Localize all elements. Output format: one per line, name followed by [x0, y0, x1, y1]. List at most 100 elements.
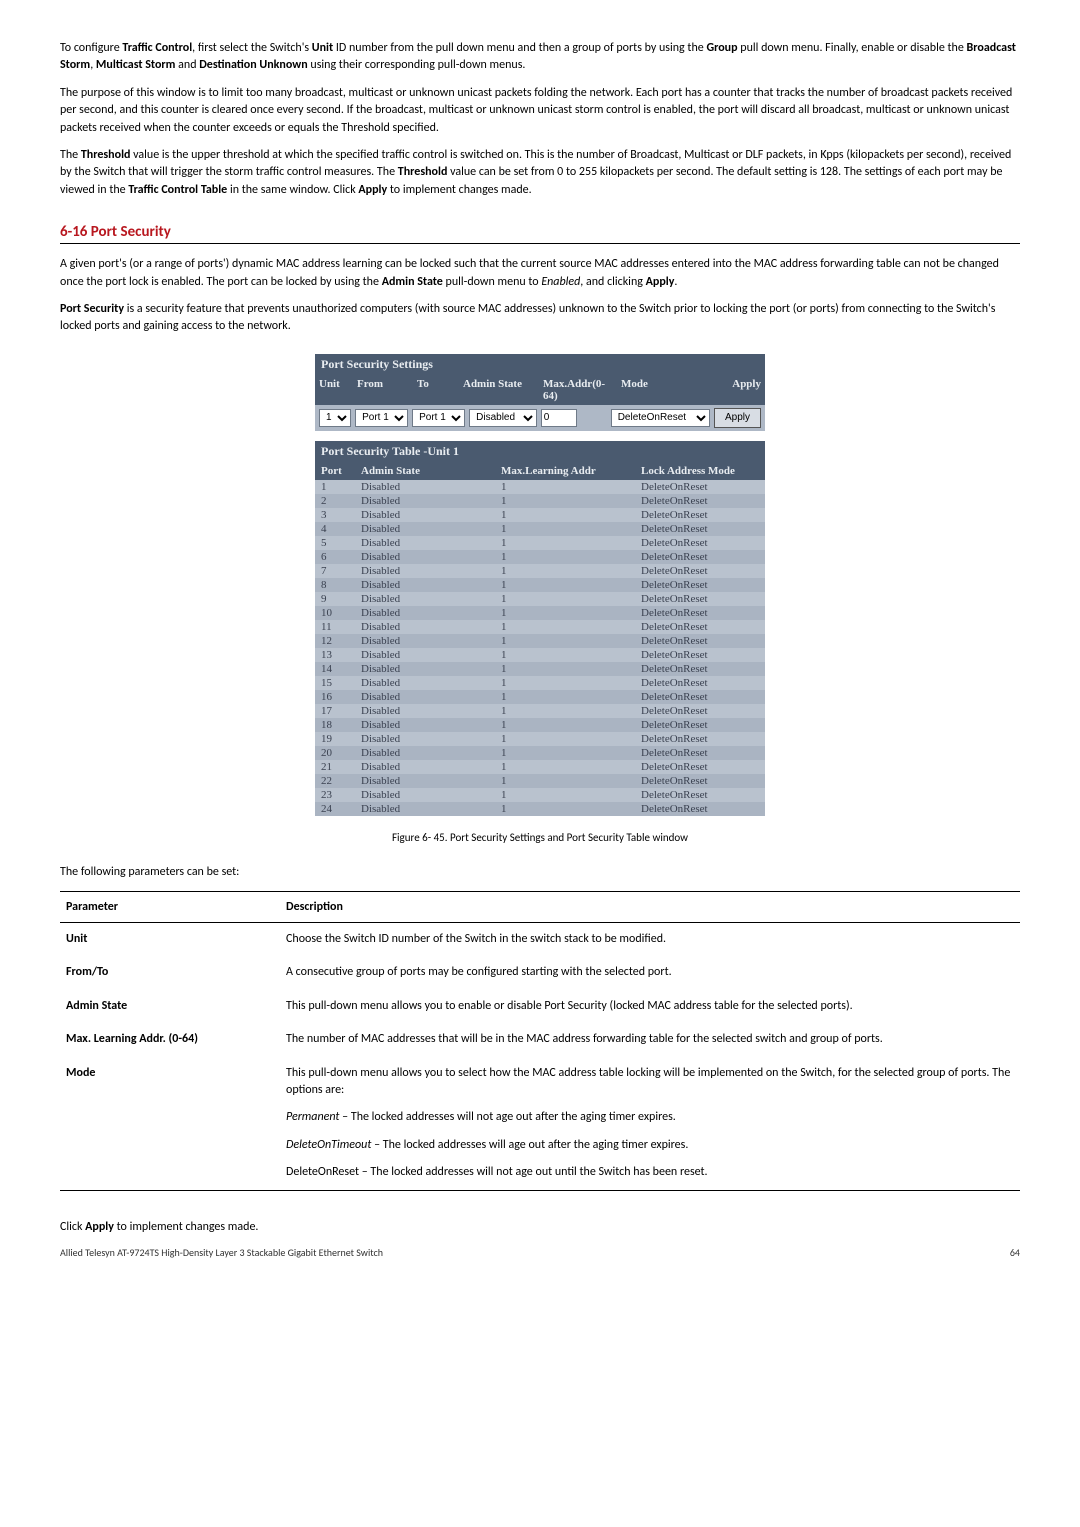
cell-max-learning-addr: 1	[495, 536, 635, 550]
to-port-select[interactable]: Port 1	[412, 409, 465, 427]
cell-max-learning-addr: 1	[495, 648, 635, 662]
text-bold: Admin State	[382, 275, 443, 289]
unit-select[interactable]: 1	[319, 409, 351, 427]
th-parameter: Parameter	[60, 892, 280, 923]
cell-max-learning-addr: 1	[495, 480, 635, 494]
cell-max-learning-addr: 1	[495, 676, 635, 690]
param-row: UnitChoose the Switch ID number of the S…	[60, 923, 1020, 957]
figure-caption: Figure 6- 45. Port Security Settings and…	[60, 830, 1020, 846]
cell-port: 16	[315, 690, 355, 704]
param-name: Admin State	[60, 990, 280, 1023]
table-row: 19Disabled1DeleteOnReset	[315, 732, 765, 746]
cell-max-learning-addr: 1	[495, 746, 635, 760]
table-row: 12Disabled1DeleteOnReset	[315, 634, 765, 648]
col-unit: Unit	[315, 375, 353, 405]
cell-max-learning-addr: 1	[495, 578, 635, 592]
text: ID number from the pull down menu and th…	[333, 41, 706, 55]
cell-max-learning-addr: 1	[495, 662, 635, 676]
text-bold: Traffic Control	[122, 41, 192, 55]
text: in the same window. Click	[227, 183, 358, 197]
cell-admin-state: Disabled	[355, 508, 495, 522]
param-row: From/ToA consecutive group of ports may …	[60, 956, 1020, 989]
cell-max-learning-addr: 1	[495, 718, 635, 732]
table-row: 18Disabled1DeleteOnReset	[315, 718, 765, 732]
cell-max-learning-addr: 1	[495, 620, 635, 634]
section-p1: A given port's (or a range of ports') dy…	[60, 256, 1020, 291]
apply-button[interactable]: Apply	[714, 408, 761, 428]
cell-lock-address-mode: DeleteOnReset	[635, 676, 765, 690]
table-row: 7Disabled1DeleteOnReset	[315, 564, 765, 578]
cell-admin-state: Disabled	[355, 802, 495, 816]
text-bold: Threshold	[81, 148, 131, 162]
cell-lock-address-mode: DeleteOnReset	[635, 690, 765, 704]
table-row: 10Disabled1DeleteOnReset	[315, 606, 765, 620]
cell-lock-address-mode: DeleteOnReset	[635, 578, 765, 592]
cell-lock-address-mode: DeleteOnReset	[635, 648, 765, 662]
text-bold: Destination Unknown	[199, 58, 307, 72]
cell-lock-address-mode: DeleteOnReset	[635, 746, 765, 760]
cell-port: 8	[315, 578, 355, 592]
cell-max-learning-addr: 1	[495, 760, 635, 774]
param-desc: A consecutive group of ports may be conf…	[280, 956, 1020, 989]
cell-lock-address-mode: DeleteOnReset	[635, 536, 765, 550]
admin-state-select[interactable]: Disabled	[469, 409, 537, 427]
cell-admin-state: Disabled	[355, 620, 495, 634]
table-row: 14Disabled1DeleteOnReset	[315, 662, 765, 676]
table-panel-title: Port Security Table -Unit 1	[315, 441, 765, 462]
text-bold: Apply	[85, 1220, 114, 1234]
cell-max-learning-addr: 1	[495, 592, 635, 606]
cell-admin-state: Disabled	[355, 606, 495, 620]
mode-desc-line: Permanent – The locked addresses will no…	[286, 1109, 1014, 1126]
cell-port: 10	[315, 606, 355, 620]
text-bold: Apply	[646, 275, 675, 289]
cell-port: 22	[315, 774, 355, 788]
mode-select[interactable]: DeleteOnReset	[611, 409, 710, 427]
param-name: Mode	[60, 1057, 280, 1190]
param-row: Max. Learning Addr. (0-64)The number of …	[60, 1023, 1020, 1056]
cell-max-learning-addr: 1	[495, 704, 635, 718]
cell-port: 5	[315, 536, 355, 550]
mode-desc-line: DeleteOnTimeout – The locked addresses w…	[286, 1137, 1014, 1154]
text-bold: Multicast Storm	[96, 58, 176, 72]
cell-port: 14	[315, 662, 355, 676]
param-desc: Choose the Switch ID number of the Switc…	[280, 923, 1020, 957]
text-bold: Apply	[358, 183, 387, 197]
cell-admin-state: Disabled	[355, 788, 495, 802]
table-row: 4Disabled1DeleteOnReset	[315, 522, 765, 536]
footer-source: Allied Telesyn AT-9724TS High-Density La…	[60, 1246, 1020, 1259]
cell-lock-address-mode: DeleteOnReset	[635, 662, 765, 676]
cell-admin-state: Disabled	[355, 550, 495, 564]
cell-admin-state: Disabled	[355, 578, 495, 592]
cell-admin-state: Disabled	[355, 648, 495, 662]
cell-port: 7	[315, 564, 355, 578]
cell-max-learning-addr: 1	[495, 802, 635, 816]
cell-admin-state: Disabled	[355, 634, 495, 648]
closing-line: Click Apply to implement changes made.	[60, 1219, 1020, 1236]
cell-port: 4	[315, 522, 355, 536]
table-row: 5Disabled1DeleteOnReset	[315, 536, 765, 550]
text-bold: Group	[706, 41, 737, 55]
cell-port: 17	[315, 704, 355, 718]
cell-max-learning-addr: 1	[495, 634, 635, 648]
cell-lock-address-mode: DeleteOnReset	[635, 718, 765, 732]
section-p2: Port Security is a security feature that…	[60, 301, 1020, 336]
table-row: 8Disabled1DeleteOnReset	[315, 578, 765, 592]
col-apply: Apply	[721, 375, 765, 405]
text: pull down menu. Finally, enable or disab…	[738, 41, 967, 55]
col-to: To	[413, 375, 459, 405]
settings-column-headers: Unit From To Admin State Max.Addr(0-64) …	[315, 375, 765, 405]
col-max-addr: Max.Addr(0-64)	[539, 375, 617, 405]
text: .	[674, 275, 677, 289]
th-lock-address-mode: Lock Address Mode	[635, 462, 765, 480]
cell-lock-address-mode: DeleteOnReset	[635, 522, 765, 536]
th-port: Port	[315, 462, 355, 480]
cell-admin-state: Disabled	[355, 704, 495, 718]
settings-controls-row: 1 Port 1 Port 1 Disabled DeleteOnReset A…	[315, 405, 765, 431]
cell-max-learning-addr: 1	[495, 788, 635, 802]
port-security-table: Port Admin State Max.Learning Addr Lock …	[315, 462, 765, 816]
cell-port: 18	[315, 718, 355, 732]
max-addr-input[interactable]	[541, 409, 577, 427]
text-italic: Enabled	[541, 275, 580, 289]
cell-port: 13	[315, 648, 355, 662]
from-port-select[interactable]: Port 1	[355, 409, 408, 427]
